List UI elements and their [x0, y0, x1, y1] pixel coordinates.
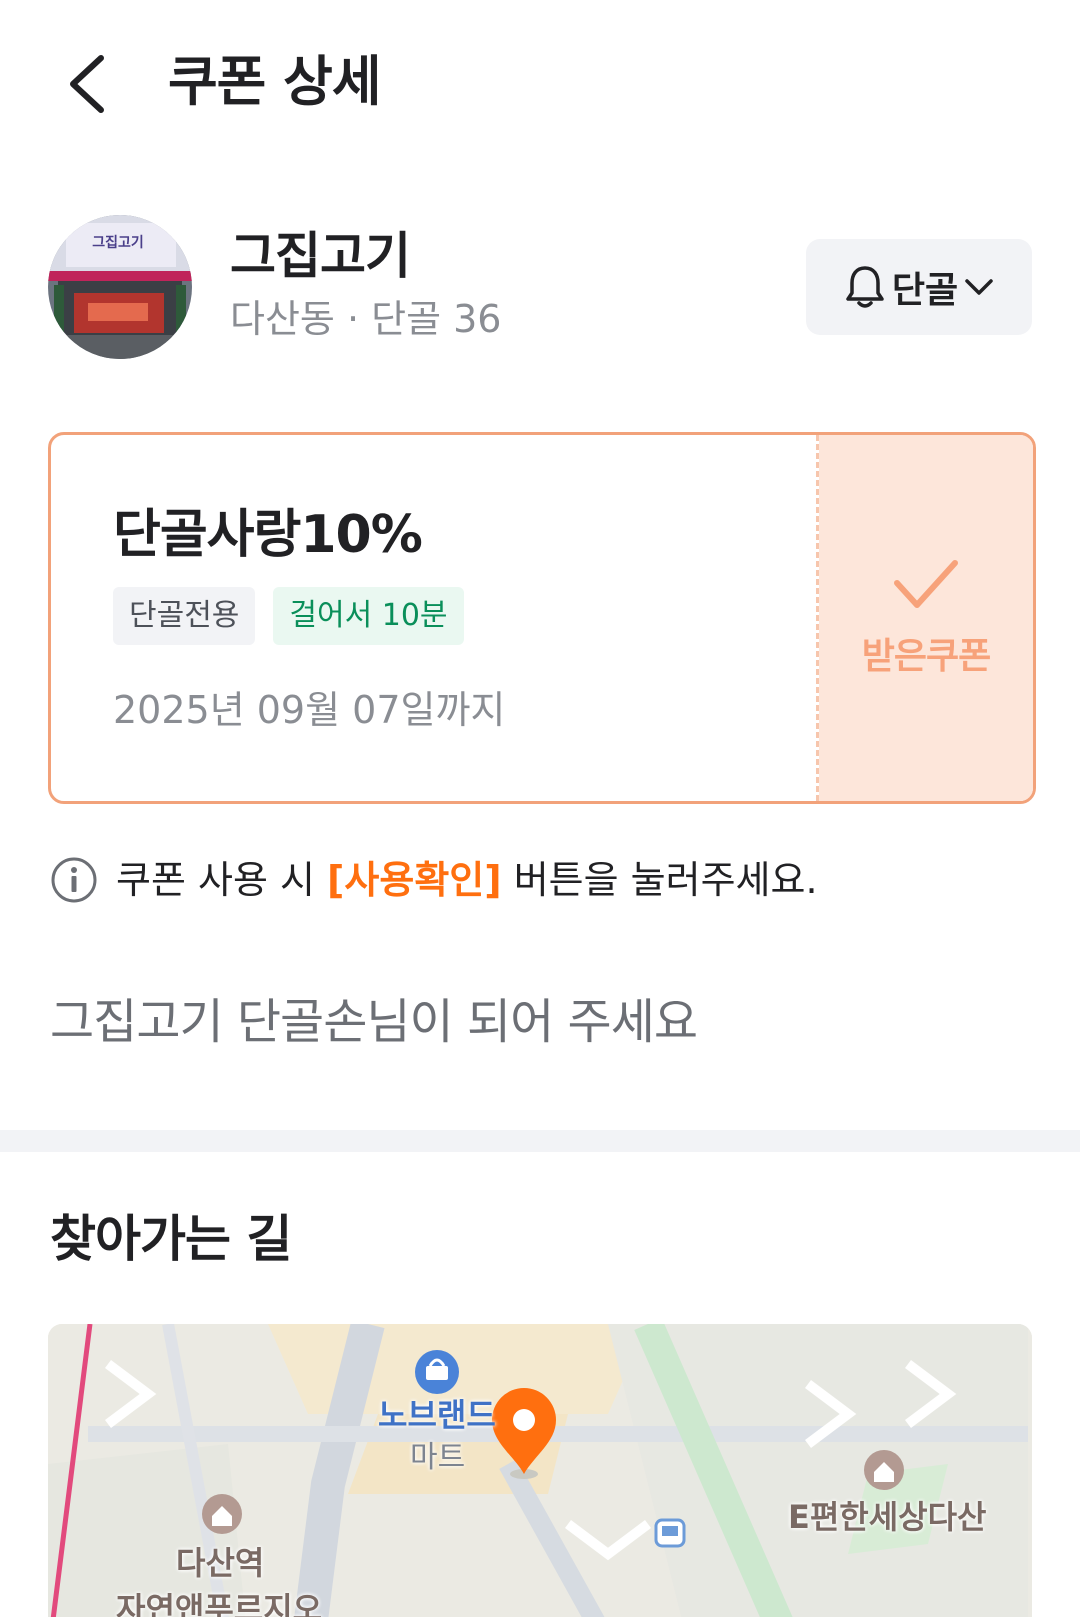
coupon-detail-page: 쿠폰 상세 그집고기 그집고기 다산동 · 단골 36 단골 단골사랑10% 단…: [0, 0, 1080, 1617]
store-sign-text: 그집고기: [92, 234, 144, 251]
header: 쿠폰 상세: [0, 0, 1080, 170]
directions-title: 찾아가는 길: [50, 1210, 292, 1268]
coupon-status: 받은쿠폰: [819, 435, 1033, 801]
regular-customer-button[interactable]: 단골: [806, 239, 1032, 335]
map-label-apartment: E편한세상다산: [788, 1498, 987, 1536]
notice-text: 쿠폰 사용 시 [사용확인] 버튼을 눌러주세요.: [116, 852, 818, 908]
tag-regular-only: 단골전용: [113, 587, 256, 645]
store-name[interactable]: 그집고기: [230, 223, 411, 289]
map-label-station-line2: 자연앤푸르지오: [116, 1590, 323, 1617]
store-avatar[interactable]: 그집고기: [48, 215, 192, 359]
check-icon: [894, 560, 958, 608]
coupon-tags: 단골전용 걸어서 10분: [113, 587, 464, 645]
map-label-station-line1: 다산역: [176, 1544, 265, 1582]
store-meta: 다산동 · 단골 36: [230, 297, 502, 341]
page-title: 쿠폰 상세: [168, 50, 382, 113]
map-label-mart-line2: 마트: [410, 1440, 466, 1475]
section-divider: [0, 1130, 1080, 1152]
received-coupon-label: 받은쿠폰: [861, 636, 991, 677]
tag-walking-distance: 걸어서 10분: [273, 587, 464, 645]
coupon-title: 단골사랑10%: [113, 505, 423, 565]
store-info: 그집고기 그집고기 다산동 · 단골 36 단골: [48, 215, 1032, 365]
usage-notice: 쿠폰 사용 시 [사용확인] 버튼을 눌러주세요.: [50, 852, 818, 908]
chevron-left-icon: [70, 55, 104, 113]
storefront-image: 그집고기: [48, 215, 192, 359]
notice-suffix: 버튼을 눌러주세요.: [501, 858, 818, 902]
notice-highlight: [사용확인]: [327, 858, 502, 902]
chevron-down-icon: [965, 279, 993, 295]
invite-text: 그집고기 단골손님이 되어 주세요: [50, 994, 698, 1050]
coupon-valid-until: 2025년 09월 07일까지: [113, 688, 506, 732]
location-map[interactable]: 노브랜드 마트 다산역 자연앤푸르지오 E편한세상다산: [48, 1324, 1032, 1617]
back-button[interactable]: [52, 44, 122, 124]
bell-icon: [846, 266, 884, 308]
regular-button-label: 단골: [891, 270, 959, 311]
info-icon: [51, 857, 97, 903]
notice-prefix: 쿠폰 사용 시: [116, 858, 328, 902]
coupon-card[interactable]: 단골사랑10% 단골전용 걸어서 10분 2025년 09월 07일까지 받은쿠…: [48, 432, 1036, 804]
map-label-mart-line1: 노브랜드: [378, 1396, 496, 1434]
